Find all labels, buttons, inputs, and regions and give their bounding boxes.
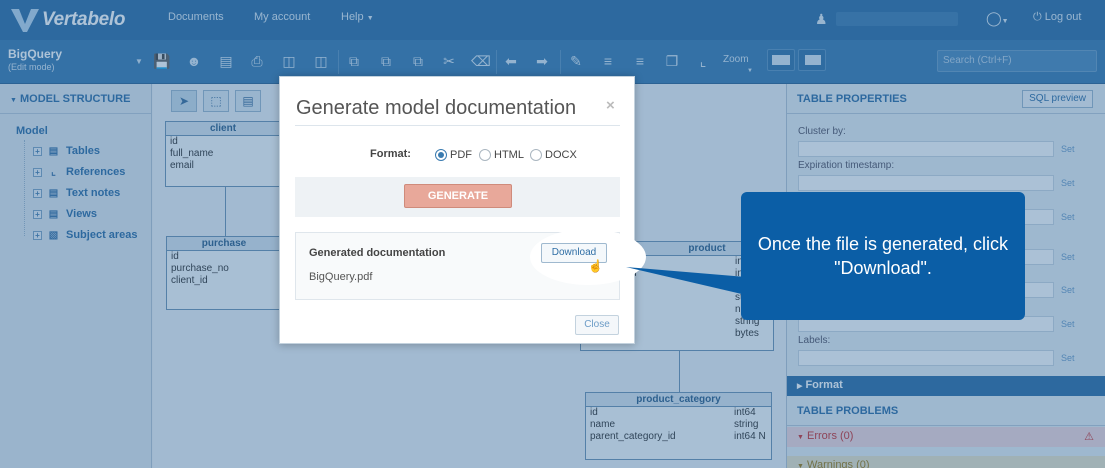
close-button[interactable]: Close (575, 315, 619, 335)
generated-file-name: BigQuery.pdf (309, 271, 373, 283)
close-icon[interactable]: × (606, 97, 615, 114)
generated-documentation-section: Generated documentation BigQuery.pdf Dow… (295, 229, 646, 300)
dialog-title: Generate model documentation (296, 97, 577, 119)
generate-button[interactable]: GENERATE (404, 184, 512, 208)
radio-label: PDF (450, 149, 472, 161)
format-label: Format: (370, 148, 411, 160)
radio-empty-icon (530, 149, 542, 161)
radio-label: HTML (494, 149, 524, 161)
format-pdf-radio[interactable]: PDF (435, 149, 472, 161)
format-docx-radio[interactable]: DOCX (530, 149, 577, 161)
generated-documentation-label: Generated documentation (309, 247, 446, 259)
generate-documentation-dialog: Generate model documentation × Format: P… (279, 76, 646, 344)
hand-cursor-icon: ☝ (588, 259, 603, 273)
generate-section: GENERATE (295, 177, 620, 217)
tooltip-pointer (626, 267, 746, 295)
format-html-radio[interactable]: HTML (479, 149, 524, 161)
radio-selected-icon (435, 149, 447, 161)
dialog-divider (295, 125, 620, 126)
radio-empty-icon (479, 149, 491, 161)
tutorial-tooltip: Once the file is generated, click "Downl… (741, 192, 1025, 320)
radio-label: DOCX (545, 149, 577, 161)
